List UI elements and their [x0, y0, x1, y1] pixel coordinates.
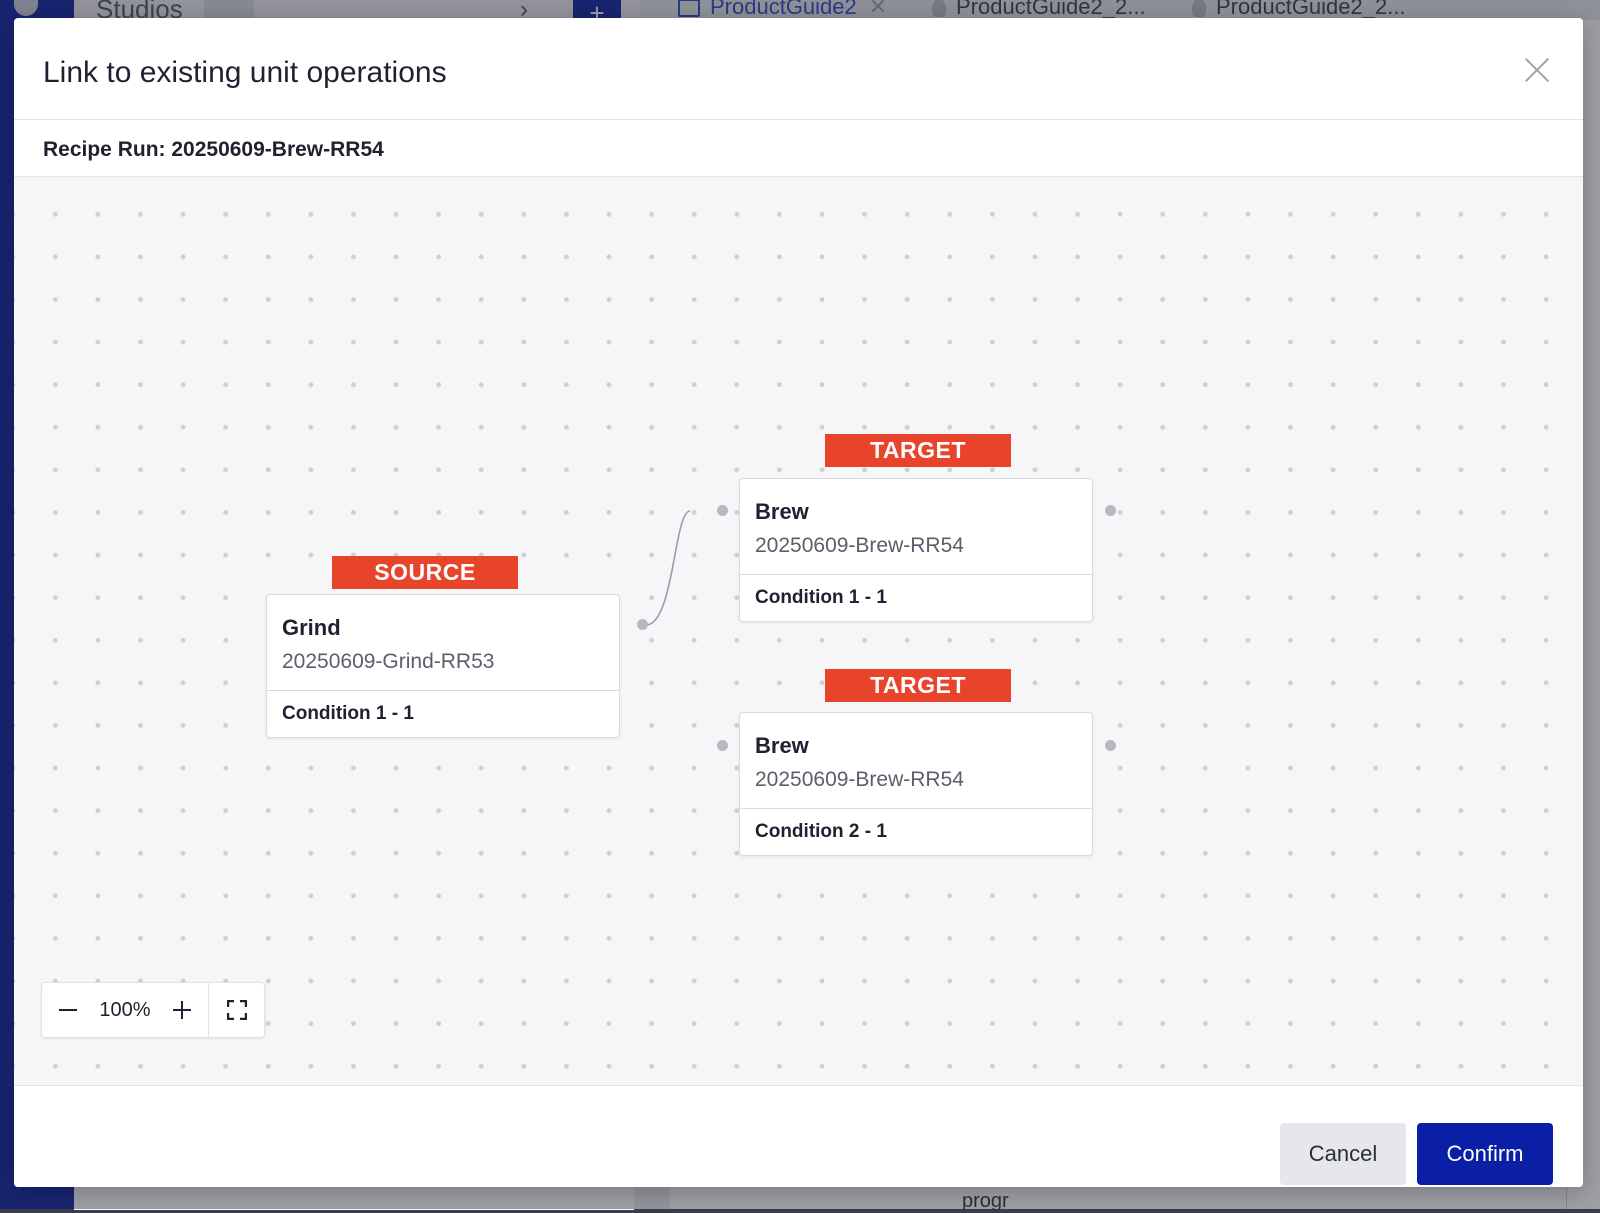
dialog-title: Link to existing unit operations	[43, 56, 447, 89]
node-name: Brew	[755, 499, 809, 524]
zoom-controls: 100%	[41, 982, 265, 1038]
target-badge-1: TARGET	[825, 434, 1011, 467]
node-divider	[267, 690, 619, 691]
close-icon[interactable]	[1519, 52, 1555, 88]
link-unit-operations-dialog: Link to existing unit operations Recipe …	[14, 18, 1583, 1187]
target-node-brew-2[interactable]: Brew 20250609-Brew-RR54 Condition 2 - 1	[739, 712, 1093, 856]
node-name: Brew	[755, 733, 809, 758]
target-2-input-port[interactable]	[717, 740, 728, 751]
zoom-out-icon[interactable]	[42, 983, 94, 1037]
edges-layer	[645, 510, 691, 626]
recipe-run-label: Recipe Run: 20250609-Brew-RR54	[43, 138, 384, 161]
fit-view-icon[interactable]	[209, 983, 265, 1037]
source-badge: SOURCE	[332, 556, 518, 589]
node-divider	[740, 808, 1092, 809]
recipe-run-bar: Recipe Run: 20250609-Brew-RR54	[14, 120, 1583, 177]
target-1-input-port[interactable]	[717, 505, 728, 516]
node-condition: Condition 2 - 1	[755, 821, 887, 842]
source-node-grind[interactable]: Grind 20250609-Grind-RR53 Condition 1 - …	[266, 594, 620, 738]
target-1-output-port[interactable]	[1105, 505, 1116, 516]
node-condition: Condition 1 - 1	[282, 703, 414, 724]
confirm-button[interactable]: Confirm	[1417, 1123, 1553, 1185]
node-divider	[740, 574, 1092, 575]
link-edge	[645, 510, 691, 626]
zoom-level: 100%	[99, 999, 151, 1021]
dialog-footer: Cancel Confirm	[14, 1086, 1583, 1187]
node-name: Grind	[282, 615, 341, 640]
target-badge-2: TARGET	[825, 669, 1011, 702]
dialog-header: Link to existing unit operations	[14, 18, 1583, 120]
node-id: 20250609-Grind-RR53	[282, 650, 495, 673]
cancel-button[interactable]: Cancel	[1280, 1123, 1406, 1185]
node-id: 20250609-Brew-RR54	[755, 534, 964, 557]
zoom-in-icon[interactable]	[156, 983, 208, 1037]
node-condition: Condition 1 - 1	[755, 587, 887, 608]
target-2-output-port[interactable]	[1105, 740, 1116, 751]
flow-canvas[interactable]: SOURCE Grind 20250609-Grind-RR53 Conditi…	[14, 177, 1583, 1086]
node-id: 20250609-Brew-RR54	[755, 768, 964, 791]
target-node-brew-1[interactable]: Brew 20250609-Brew-RR54 Condition 1 - 1	[739, 478, 1093, 622]
source-output-port[interactable]	[637, 619, 648, 630]
